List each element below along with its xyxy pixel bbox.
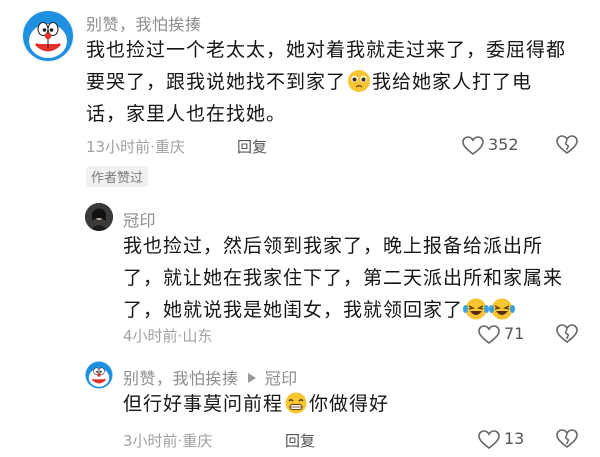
author-liked-badge: 作者赞过: [86, 166, 149, 187]
dislike-button[interactable]: [556, 134, 578, 156]
broken-heart-icon: [556, 134, 578, 156]
comment-location: 重庆: [154, 138, 185, 156]
grinning-face-icon: [283, 391, 309, 415]
dislike-button[interactable]: [556, 323, 578, 345]
laughing-tears-icon: [463, 297, 490, 321]
comment-time: 13小时前: [86, 138, 151, 156]
heart-icon: [478, 325, 500, 345]
like-count: 13: [504, 429, 525, 448]
reply-meta: 4小时前·山东: [123, 325, 212, 346]
like-count: 71: [504, 324, 525, 343]
broken-heart-icon: [556, 323, 578, 345]
reply-time: 4小时前: [123, 327, 178, 345]
reply-username[interactable]: 别赞，我怕挨揍: [123, 369, 239, 388]
heart-icon: [462, 136, 484, 156]
laughing-tears-icon: [489, 297, 516, 321]
comment-text: 我也捡过一个老太太，她对着我就走过来了，委屈得都要哭了，跟我说她找不到家了 我给…: [86, 34, 566, 130]
reply-location: 山东: [182, 327, 213, 345]
doraemon-avatar-icon: [23, 11, 73, 61]
reply-to-username[interactable]: 冠印: [265, 369, 298, 388]
reply-username-line: 别赞，我怕挨揍 冠印: [123, 365, 298, 389]
reply-button[interactable]: 回复: [237, 136, 267, 157]
pleading-face-icon: [346, 69, 372, 93]
comment-username[interactable]: 别赞，我怕挨揍: [86, 11, 202, 35]
avatar[interactable]: [85, 203, 113, 231]
reply-text: 但行好事莫问前程 你做得好: [123, 388, 568, 420]
reply-button[interactable]: 回复: [285, 430, 315, 451]
reply-arrow-icon: [247, 373, 257, 383]
portrait-avatar-icon: [85, 203, 113, 231]
reply-text: 我也捡过，然后领到我家了，晚上报备给派出所了，就让她在我家住下了，第二天派出所和…: [123, 230, 568, 326]
like-count: 352: [488, 135, 519, 154]
reply-username[interactable]: 冠印: [123, 207, 156, 231]
reply-text-part-2: 你做得好: [309, 393, 390, 415]
dislike-button[interactable]: [556, 428, 578, 450]
reply-meta: 3小时前·重庆: [123, 430, 212, 451]
avatar[interactable]: [22, 10, 74, 62]
doraemon-avatar-icon: [85, 361, 113, 389]
reply-text-part-1: 但行好事莫问前程: [123, 393, 284, 415]
broken-heart-icon: [556, 428, 578, 450]
reply-location: 重庆: [182, 432, 213, 450]
reply-time: 3小时前: [123, 432, 178, 450]
comment-meta: 13小时前·重庆: [86, 136, 185, 157]
heart-icon: [478, 430, 500, 450]
avatar[interactable]: [85, 361, 113, 389]
